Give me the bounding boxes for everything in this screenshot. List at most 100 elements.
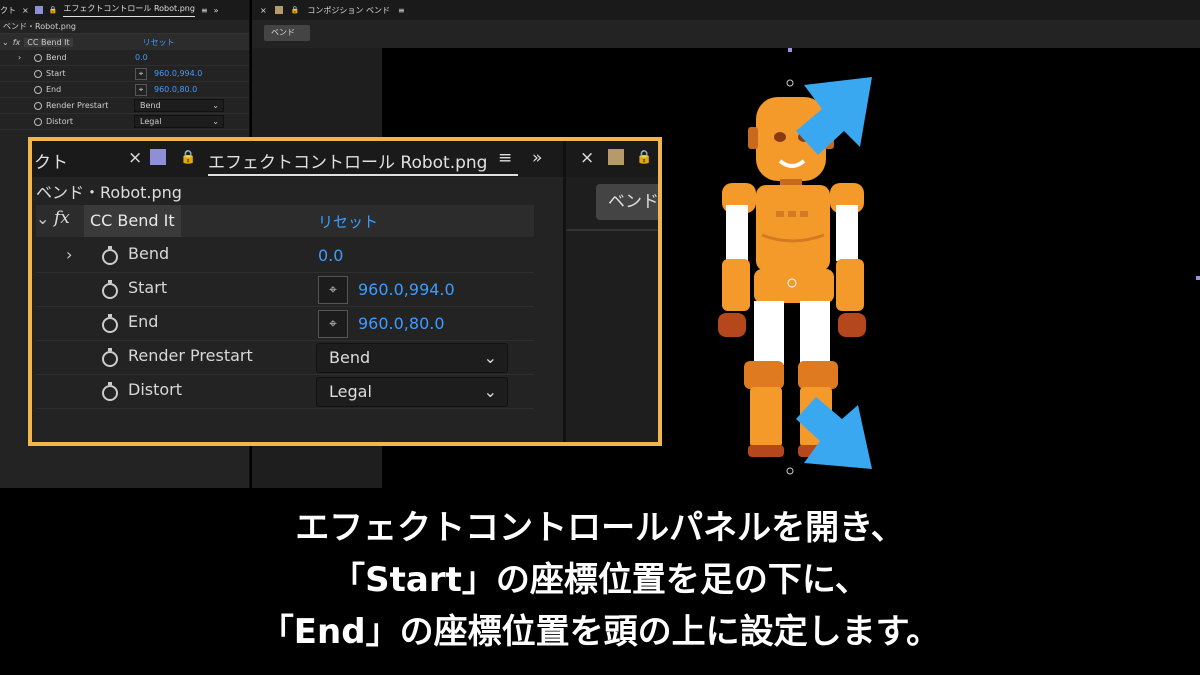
- effect-name: CC Bend It: [24, 37, 73, 47]
- composition-tabbar: × 🔒 コンポジション ベンド ≡: [252, 0, 1200, 20]
- caption-line-2: 「Start」の座標位置を足の下に、: [331, 560, 869, 600]
- param-name: Start: [128, 278, 168, 297]
- param-row-distort: Distort Legal ⌄: [0, 114, 249, 130]
- panel-color-square-icon: [34, 6, 43, 14]
- crosshair-target-icon[interactable]: ⌖: [135, 83, 147, 96]
- param-row-bend: › Bend 0.0: [0, 50, 249, 66]
- more-tabs-icon[interactable]: »: [214, 6, 219, 15]
- param-name: Render Prestart: [128, 346, 253, 365]
- fx-icon[interactable]: fx: [13, 38, 21, 47]
- layer-handle[interactable]: [1196, 276, 1200, 280]
- param-row-bend: › Bend 0.0: [36, 239, 534, 273]
- crosshair-target-icon[interactable]: ⌖: [135, 67, 147, 80]
- param-value[interactable]: 960.0,80.0: [358, 314, 445, 333]
- start-point-marker[interactable]: [786, 467, 794, 475]
- panel-color-square-icon: [274, 6, 283, 14]
- expand-icon[interactable]: ›: [66, 245, 72, 264]
- tab-close-icon[interactable]: ×: [260, 6, 267, 15]
- stopwatch-icon[interactable]: [102, 348, 118, 367]
- lock-icon[interactable]: 🔒: [291, 6, 300, 14]
- toolbar-divider: [566, 229, 658, 231]
- active-tab-underline: [208, 174, 518, 176]
- stopwatch-icon[interactable]: [34, 101, 42, 110]
- param-value[interactable]: 0.0: [135, 53, 148, 62]
- reset-link[interactable]: リセット: [318, 211, 378, 232]
- layer-handle[interactable]: [788, 48, 792, 52]
- lock-icon[interactable]: 🔒: [180, 150, 196, 165]
- effect-row[interactable]: ⌄ fx CC Bend It リセット: [36, 205, 534, 237]
- param-value[interactable]: 0.0: [318, 246, 343, 265]
- stopwatch-icon[interactable]: [34, 69, 42, 78]
- tab-close-icon[interactable]: ×: [580, 148, 594, 168]
- effect-row[interactable]: ⌄ fx CC Bend It リセット: [0, 34, 249, 50]
- instruction-caption: エフェクトコントロールパネルを開き、 「Start」の座標位置を足の下に、 「E…: [0, 488, 1200, 675]
- stopwatch-icon[interactable]: [102, 280, 118, 299]
- fx-icon[interactable]: fx: [54, 208, 70, 228]
- select-value: Legal: [329, 382, 372, 401]
- param-name: Bend: [128, 244, 170, 263]
- tab-fragment[interactable]: クト: [34, 148, 68, 173]
- param-row-render-prestart: Render Prestart Bend ⌄: [36, 341, 534, 375]
- param-row-render-prestart: Render Prestart Bend ⌄: [0, 98, 249, 114]
- stopwatch-icon[interactable]: [34, 53, 42, 62]
- composition-name-button[interactable]: ベンド: [596, 184, 658, 220]
- render-prestart-select[interactable]: Bend ⌄: [316, 343, 508, 373]
- effect-name: CC Bend It: [84, 205, 181, 237]
- param-value[interactable]: 960.0,994.0: [358, 280, 455, 299]
- tab-effect-controls[interactable]: エフェクトコントロール Robot.png: [63, 3, 195, 17]
- param-value[interactable]: 960.0,994.0: [154, 69, 202, 78]
- lock-icon[interactable]: 🔒: [49, 6, 58, 14]
- tab-fragment[interactable]: クト: [0, 5, 16, 16]
- param-row-start: Start ⌖ 960.0,994.0: [36, 273, 534, 307]
- param-row-start: Start ⌖ 960.0,994.0: [0, 66, 249, 82]
- distort-select[interactable]: Legal ⌄: [134, 115, 224, 128]
- panel-menu-icon[interactable]: ≡: [201, 6, 208, 15]
- param-name: Start: [46, 69, 66, 78]
- param-name: End: [128, 312, 159, 331]
- robot-image: [718, 77, 872, 475]
- panel-menu-icon[interactable]: ≡: [398, 6, 405, 15]
- stopwatch-icon[interactable]: [102, 246, 118, 265]
- distort-select[interactable]: Legal ⌄: [316, 377, 508, 407]
- crosshair-target-icon[interactable]: ⌖: [318, 310, 348, 338]
- zoomed-effect-controls-callout: クト × 🔒 エフェクトコントロール Robot.png ≡ » × 🔒 ベンド…: [28, 137, 662, 446]
- chevron-down-icon: ⌄: [483, 382, 497, 401]
- layer-title: ベンド・Robot.png: [0, 20, 249, 34]
- tab-effect-controls[interactable]: エフェクトコントロール Robot.png: [208, 148, 487, 173]
- panel-menu-icon[interactable]: ≡: [498, 148, 512, 168]
- stopwatch-icon[interactable]: [102, 382, 118, 401]
- composition-toolbar: ベンド: [252, 20, 1200, 48]
- param-row-distort: Distort Legal ⌄: [36, 375, 534, 409]
- chevron-down-icon: ⌄: [212, 117, 219, 126]
- param-row-end: End ⌖ 960.0,80.0: [0, 82, 249, 98]
- param-name: Distort: [128, 380, 183, 399]
- chevron-down-icon[interactable]: ⌄: [36, 209, 49, 228]
- param-name: Render Prestart: [46, 101, 109, 110]
- effect-controls-tabbar: クト × 🔒 エフェクトコントロール Robot.png ≡ »: [0, 0, 249, 20]
- reset-link[interactable]: リセット: [143, 37, 175, 48]
- tab-close-icon[interactable]: ×: [22, 6, 29, 15]
- panel-color-square-icon: [150, 149, 166, 165]
- lock-icon[interactable]: 🔒: [636, 150, 652, 165]
- param-value[interactable]: 960.0,80.0: [154, 85, 197, 94]
- select-value: Bend: [140, 101, 161, 110]
- caption-line-3: 「End」の座標位置を頭の上に設定します。: [259, 612, 941, 652]
- param-name: End: [46, 85, 62, 94]
- more-tabs-icon[interactable]: »: [532, 148, 542, 168]
- stopwatch-icon[interactable]: [102, 314, 118, 333]
- param-name: Bend: [46, 53, 67, 62]
- end-point-marker[interactable]: [786, 79, 794, 87]
- crosshair-target-icon[interactable]: ⌖: [318, 276, 348, 304]
- tab-close-icon[interactable]: ×: [128, 148, 142, 168]
- composition-name-button[interactable]: ベンド: [264, 25, 310, 41]
- caption-line-1: エフェクトコントロールパネルを開き、: [295, 508, 905, 548]
- stopwatch-icon[interactable]: [34, 117, 42, 126]
- tab-composition[interactable]: コンポジション ベンド: [307, 5, 390, 16]
- chevron-down-icon[interactable]: ⌄: [2, 38, 9, 47]
- render-prestart-select[interactable]: Bend ⌄: [134, 99, 224, 112]
- select-value: Bend: [329, 348, 371, 367]
- expand-icon[interactable]: ›: [18, 53, 21, 62]
- param-row-end: End ⌖ 960.0,80.0: [36, 307, 534, 341]
- panel-color-square-icon: [608, 149, 624, 165]
- stopwatch-icon[interactable]: [34, 85, 42, 94]
